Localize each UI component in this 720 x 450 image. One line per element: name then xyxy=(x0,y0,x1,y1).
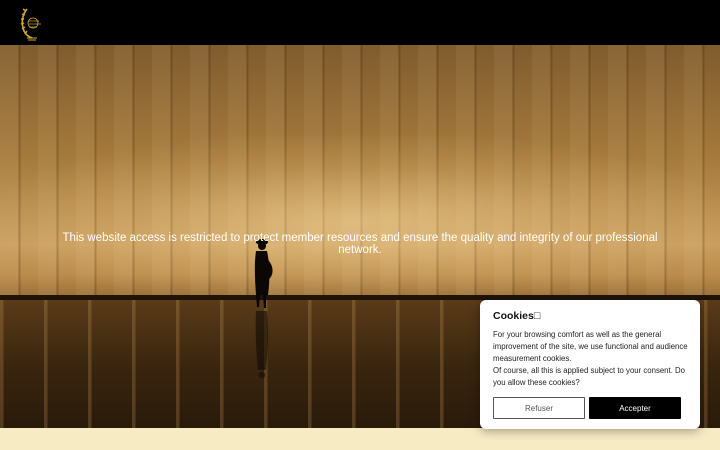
footer-strip xyxy=(0,428,720,450)
background-glow xyxy=(0,135,720,305)
walking-person-silhouette xyxy=(254,239,273,379)
cookie-text-line1: For your browsing comfort as well as the… xyxy=(493,330,688,363)
top-header xyxy=(0,0,720,45)
cookie-glyph-icon: □ xyxy=(533,310,541,322)
cookie-title-text: Cookies xyxy=(493,310,534,322)
cookie-text-line2: Of course, all this is applied subject t… xyxy=(493,366,685,387)
refuse-cookies-button[interactable]: Refuser xyxy=(493,397,585,419)
cookie-title: Cookies□ xyxy=(493,310,540,322)
restricted-access-message: This website access is restricted to pro… xyxy=(62,232,658,256)
accept-cookies-button[interactable]: Accepter xyxy=(589,397,681,419)
laurel-wreath-logo-icon[interactable] xyxy=(18,5,45,41)
cookie-description: For your browsing comfort as well as the… xyxy=(493,329,691,389)
cookie-consent-dialog: Cookies□ For your browsing comfort as we… xyxy=(480,300,700,429)
